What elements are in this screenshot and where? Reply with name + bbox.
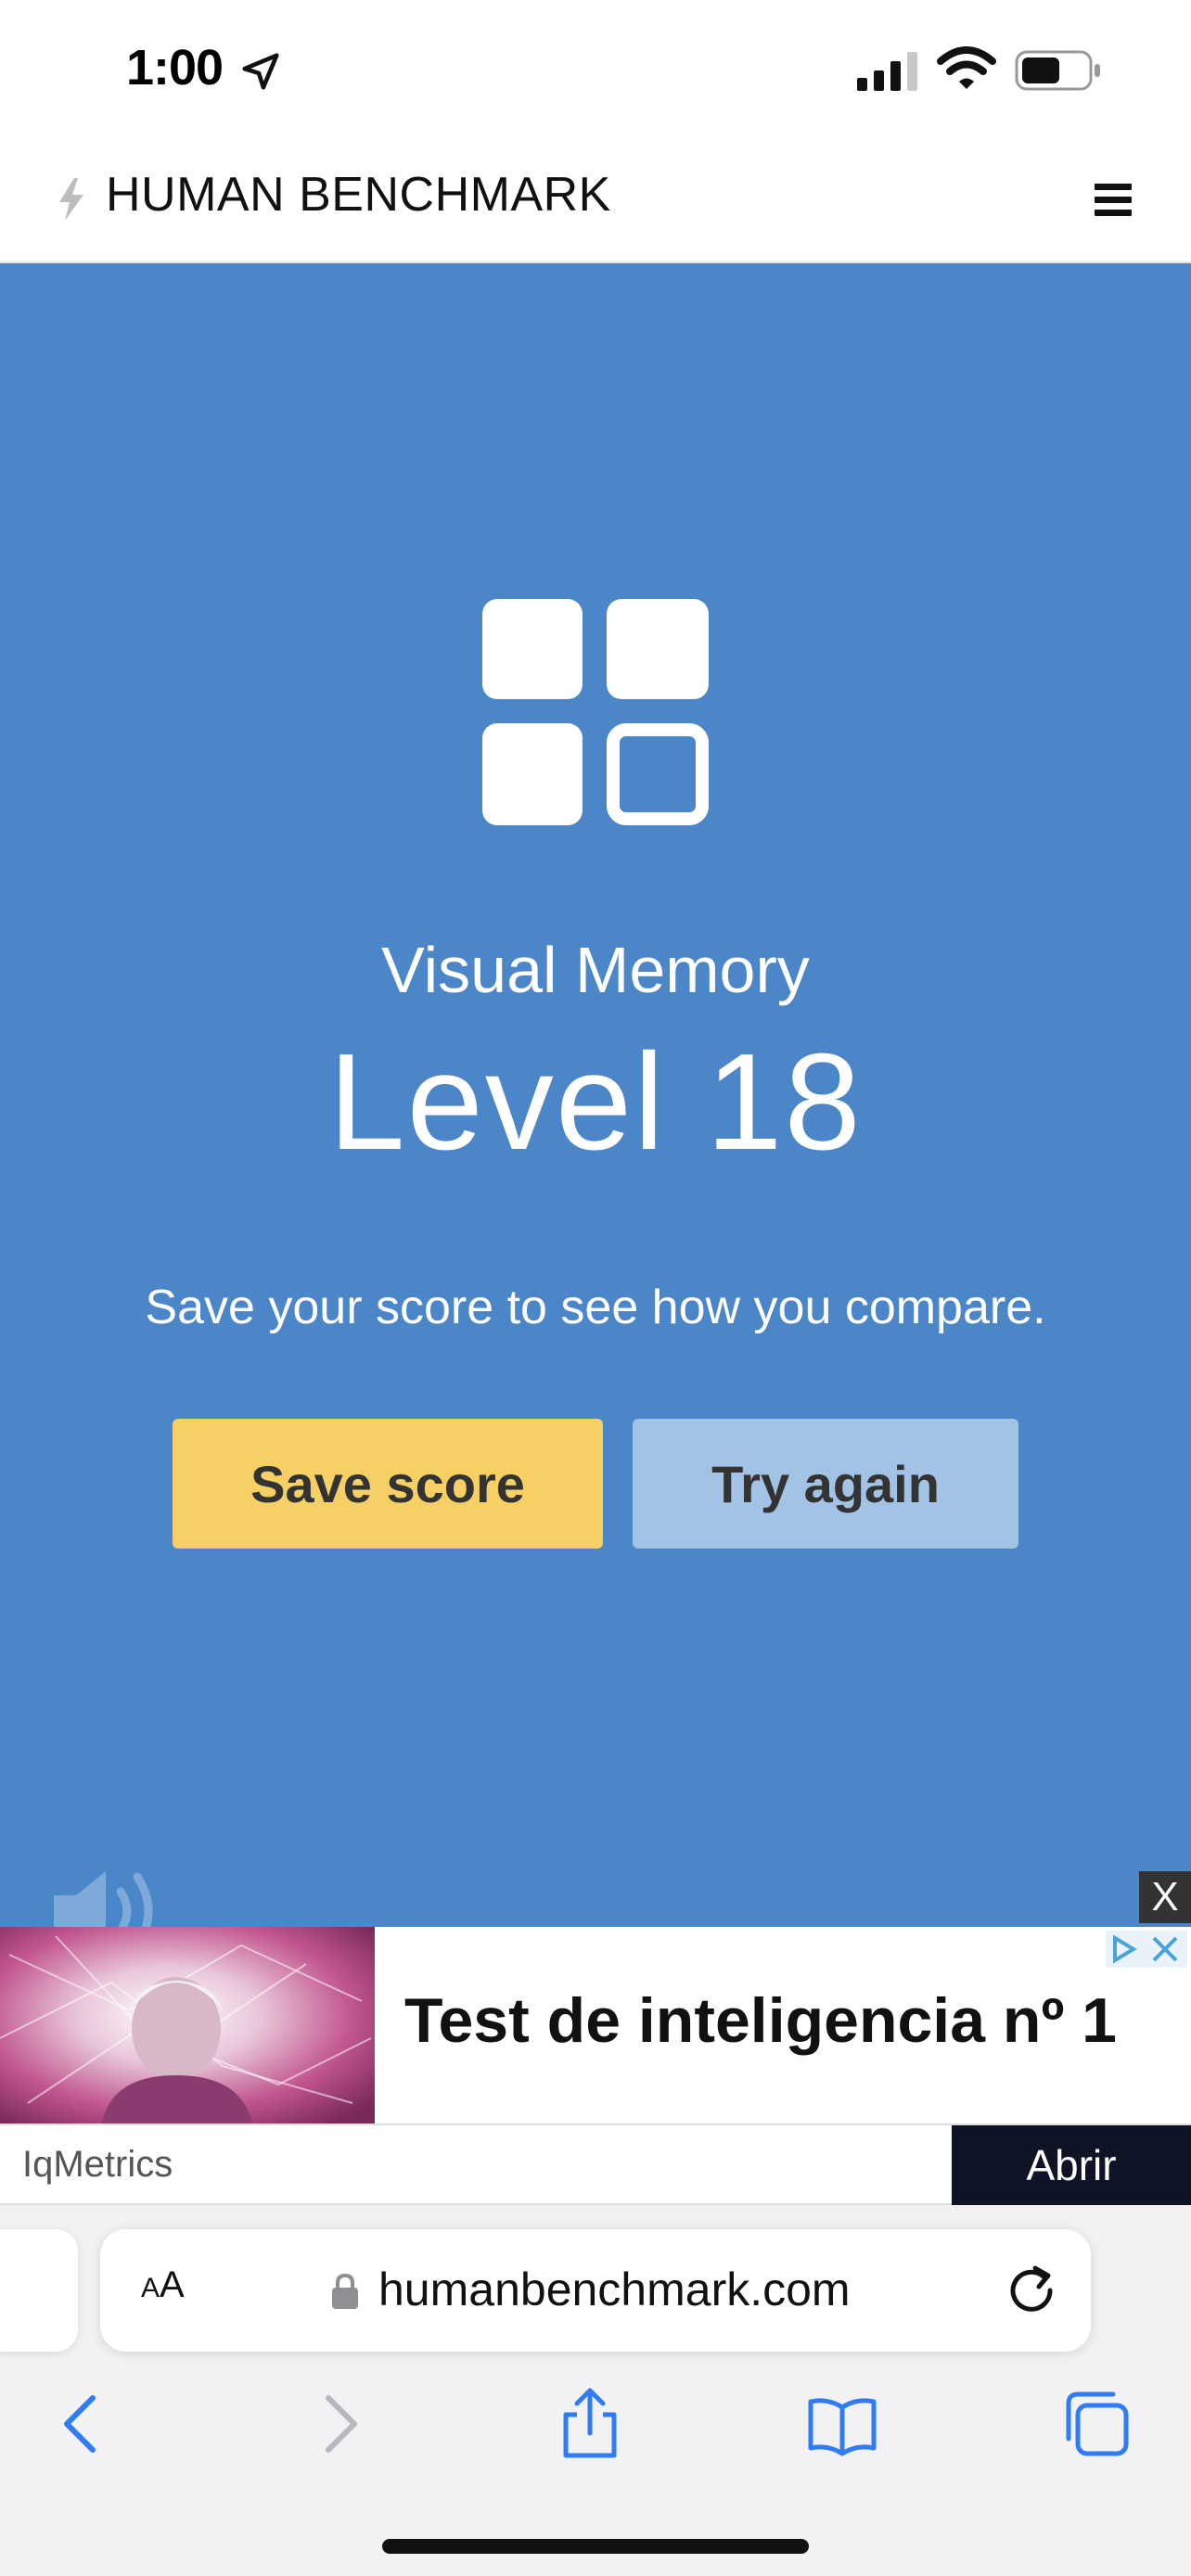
- tabs-icon[interactable]: [1059, 2387, 1133, 2461]
- address-bar[interactable]: AA humanbenchmark.com: [100, 2229, 1091, 2352]
- ad-footer: IqMetrics Abrir: [0, 2123, 1191, 2205]
- visual-memory-grid-icon: [482, 599, 709, 825]
- previous-tab-preview[interactable]: [0, 2229, 78, 2352]
- status-time: 1:00: [126, 40, 224, 96]
- save-score-button[interactable]: Save score: [173, 1419, 603, 1549]
- ad-advertiser[interactable]: IqMetrics: [22, 2144, 173, 2186]
- cellular-signal-icon: [857, 52, 917, 91]
- test-title: Visual Memory: [381, 934, 810, 1006]
- location-arrow-icon: [242, 53, 279, 90]
- reload-icon[interactable]: [1004, 2261, 1059, 2316]
- text-size-large-a: A: [160, 2264, 185, 2305]
- forward-icon[interactable]: [302, 2387, 377, 2461]
- ad-headline[interactable]: Test de inteligencia nº 1: [404, 1984, 1117, 2057]
- site-brand[interactable]: HUMAN BENCHMARK: [106, 167, 611, 223]
- ad-close-button[interactable]: X: [1139, 1871, 1191, 1923]
- text-size-button[interactable]: AA: [141, 2264, 185, 2306]
- browser-toolbar: AA humanbenchmark.com: [0, 2205, 1191, 2576]
- back-icon[interactable]: [45, 2387, 119, 2461]
- home-indicator[interactable]: [382, 2539, 809, 2554]
- status-bar: 1:00: [0, 0, 1191, 139]
- share-icon[interactable]: [553, 2387, 627, 2461]
- ad-image[interactable]: [0, 1927, 375, 2123]
- site-header: HUMAN BENCHMARK: [0, 139, 1191, 263]
- url-text[interactable]: humanbenchmark.com: [378, 2263, 851, 2316]
- ad-choices-icon[interactable]: [1106, 1931, 1187, 1968]
- try-again-button[interactable]: Try again: [633, 1419, 1018, 1549]
- battery-icon: [1015, 50, 1100, 91]
- level-result: Level 18: [328, 1026, 863, 1179]
- compare-message: Save your score to see how you compare.: [145, 1281, 1046, 1334]
- bolt-logo-icon[interactable]: [56, 178, 87, 221]
- text-size-small-a: A: [141, 2273, 160, 2303]
- ad-open-button[interactable]: Abrir: [952, 2125, 1191, 2205]
- menu-icon[interactable]: [1095, 184, 1132, 217]
- lock-icon: [332, 2274, 358, 2309]
- bookmarks-icon[interactable]: [805, 2387, 879, 2461]
- wifi-icon: [937, 46, 996, 89]
- ad-banner[interactable]: Test de inteligencia nº 1 IqMetrics Abri…: [0, 1927, 1191, 2205]
- result-panel: Visual Memory Level 18 Save your score t…: [0, 263, 1191, 1951]
